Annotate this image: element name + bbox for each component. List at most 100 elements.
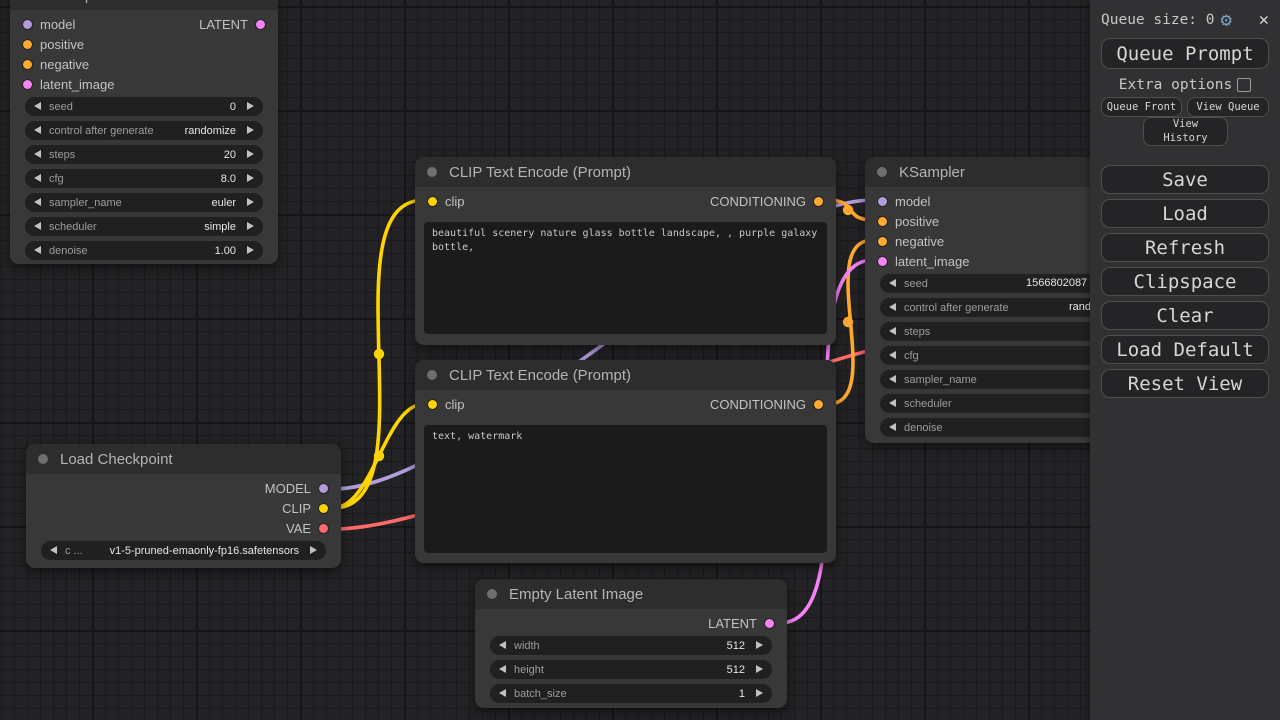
output-slot-model[interactable]: MODEL: [26, 478, 341, 498]
widget-sampler-name[interactable]: sampler_name euler: [25, 193, 263, 212]
load-button[interactable]: Load: [1101, 199, 1269, 228]
step-left-icon[interactable]: [889, 423, 896, 431]
widget-cfg[interactable]: cfg 8.0: [25, 169, 263, 188]
collapse-dot-icon[interactable]: [427, 370, 437, 380]
refresh-button[interactable]: Refresh: [1101, 233, 1269, 262]
step-left-icon[interactable]: [889, 351, 896, 359]
step-right-icon[interactable]: [247, 174, 254, 182]
step-left-icon[interactable]: [50, 546, 57, 554]
step-left-icon[interactable]: [889, 399, 896, 407]
step-left-icon[interactable]: [34, 246, 41, 254]
queue-front-button[interactable]: Queue Front: [1101, 97, 1182, 117]
reset-view-button[interactable]: Reset View: [1101, 369, 1269, 398]
output-slot-latent[interactable]: LATENT: [475, 613, 787, 633]
view-history-button[interactable]: View History: [1143, 117, 1228, 146]
node-clip-text-encode-positive[interactable]: CLIP Text Encode (Prompt) clip CONDITION…: [415, 157, 836, 345]
step-left-icon[interactable]: [34, 126, 41, 134]
gear-icon[interactable]: ⚙: [1221, 11, 1232, 30]
widget-width[interactable]: width 512: [490, 636, 772, 655]
conditioning-slot-icon[interactable]: [23, 40, 32, 49]
widget-batch-size[interactable]: batch_size 1: [490, 684, 772, 703]
node-clip-text-encode-negative[interactable]: CLIP Text Encode (Prompt) clip CONDITION…: [415, 360, 836, 563]
latent-output-icon[interactable]: [256, 20, 265, 29]
step-right-icon[interactable]: [247, 102, 254, 110]
step-right-icon[interactable]: [756, 689, 763, 697]
node-title-bar[interactable]: CLIP Text Encode (Prompt): [415, 360, 836, 390]
view-queue-button[interactable]: View Queue: [1187, 97, 1269, 117]
step-right-icon[interactable]: [756, 665, 763, 673]
step-left-icon[interactable]: [34, 150, 41, 158]
collapse-dot-icon[interactable]: [487, 589, 497, 599]
input-slot-clip[interactable]: clip CONDITIONING: [415, 394, 836, 414]
widget-height[interactable]: height 512: [490, 660, 772, 679]
clear-button[interactable]: Clear: [1101, 301, 1269, 330]
save-button[interactable]: Save: [1101, 165, 1269, 194]
step-left-icon[interactable]: [889, 327, 896, 335]
latent-slot-icon[interactable]: [23, 80, 32, 89]
model-slot-icon[interactable]: [878, 197, 887, 206]
prompt-textarea[interactable]: beautiful scenery nature glass bottle la…: [424, 222, 827, 334]
node-title: KSampler: [899, 164, 965, 181]
model-output-icon[interactable]: [319, 484, 328, 493]
queue-prompt-button[interactable]: Queue Prompt: [1101, 38, 1269, 69]
step-left-icon[interactable]: [499, 689, 506, 697]
step-right-icon[interactable]: [247, 150, 254, 158]
vae-output-icon[interactable]: [319, 524, 328, 533]
clip-slot-icon[interactable]: [428, 400, 437, 409]
node-title-bar[interactable]: CLIP Text Encode (Prompt): [415, 157, 836, 187]
widget-scheduler[interactable]: scheduler simple: [25, 217, 263, 236]
conditioning-slot-icon[interactable]: [878, 237, 887, 246]
node-title-bar[interactable]: KSampler: [10, 0, 278, 10]
clipspace-button[interactable]: Clipspace: [1101, 267, 1269, 296]
conditioning-slot-icon[interactable]: [23, 60, 32, 69]
step-right-icon[interactable]: [247, 246, 254, 254]
step-left-icon[interactable]: [889, 375, 896, 383]
latent-slot-icon[interactable]: [878, 257, 887, 266]
step-left-icon[interactable]: [889, 303, 896, 311]
conditioning-output-icon[interactable]: [814, 197, 823, 206]
widget-denoise[interactable]: denoise 1.00: [25, 241, 263, 260]
step-left-icon[interactable]: [34, 102, 41, 110]
input-slot-latent-image[interactable]: latent_image: [10, 74, 278, 94]
step-left-icon[interactable]: [889, 279, 896, 287]
collapse-dot-icon[interactable]: [38, 454, 48, 464]
conditioning-slot-icon[interactable]: [878, 217, 887, 226]
latent-output-icon[interactable]: [765, 619, 774, 628]
input-slot-positive[interactable]: positive: [10, 34, 278, 54]
node-title-bar[interactable]: Load Checkpoint: [26, 444, 341, 474]
node-load-checkpoint[interactable]: Load Checkpoint MODEL CLIP VAE c ... v1-…: [26, 444, 341, 568]
output-slot-vae[interactable]: VAE: [26, 518, 341, 538]
node-title-bar[interactable]: Empty Latent Image: [475, 579, 787, 609]
step-left-icon[interactable]: [34, 174, 41, 182]
step-right-icon[interactable]: [247, 198, 254, 206]
widget-control-after-generate[interactable]: control after generate randomize: [25, 121, 263, 140]
step-left-icon[interactable]: [34, 222, 41, 230]
collapse-dot-icon[interactable]: [427, 167, 437, 177]
model-slot-icon[interactable]: [23, 20, 32, 29]
widget-seed[interactable]: seed 0: [25, 97, 263, 116]
node-ksampler-left[interactable]: KSampler model LATENT positive negative …: [10, 0, 278, 264]
conditioning-output-icon[interactable]: [814, 400, 823, 409]
node-graph-canvas[interactable]: KSampler model LATENT positive negative …: [0, 0, 1280, 720]
prompt-textarea[interactable]: text, watermark: [424, 425, 827, 553]
step-left-icon[interactable]: [499, 641, 506, 649]
step-right-icon[interactable]: [247, 126, 254, 134]
step-right-icon[interactable]: [756, 641, 763, 649]
output-slot-clip[interactable]: CLIP: [26, 498, 341, 518]
node-empty-latent-image[interactable]: Empty Latent Image LATENT width 512 heig…: [475, 579, 787, 708]
input-slot-clip[interactable]: clip CONDITIONING: [415, 191, 836, 211]
step-left-icon[interactable]: [499, 665, 506, 673]
widget-steps[interactable]: steps 20: [25, 145, 263, 164]
extra-options-checkbox[interactable]: [1237, 78, 1251, 92]
step-left-icon[interactable]: [34, 198, 41, 206]
load-default-button[interactable]: Load Default: [1101, 335, 1269, 364]
collapse-dot-icon[interactable]: [877, 167, 887, 177]
input-slot-model[interactable]: model LATENT: [10, 14, 278, 34]
widget-ckpt-name[interactable]: c ... v1-5-pruned-emaonly-fp16.safetenso…: [41, 541, 326, 560]
clip-slot-icon[interactable]: [428, 197, 437, 206]
step-right-icon[interactable]: [247, 222, 254, 230]
close-icon[interactable]: ✕: [1259, 10, 1269, 30]
clip-output-icon[interactable]: [319, 504, 328, 513]
step-right-icon[interactable]: [310, 546, 317, 554]
input-slot-negative[interactable]: negative: [10, 54, 278, 74]
